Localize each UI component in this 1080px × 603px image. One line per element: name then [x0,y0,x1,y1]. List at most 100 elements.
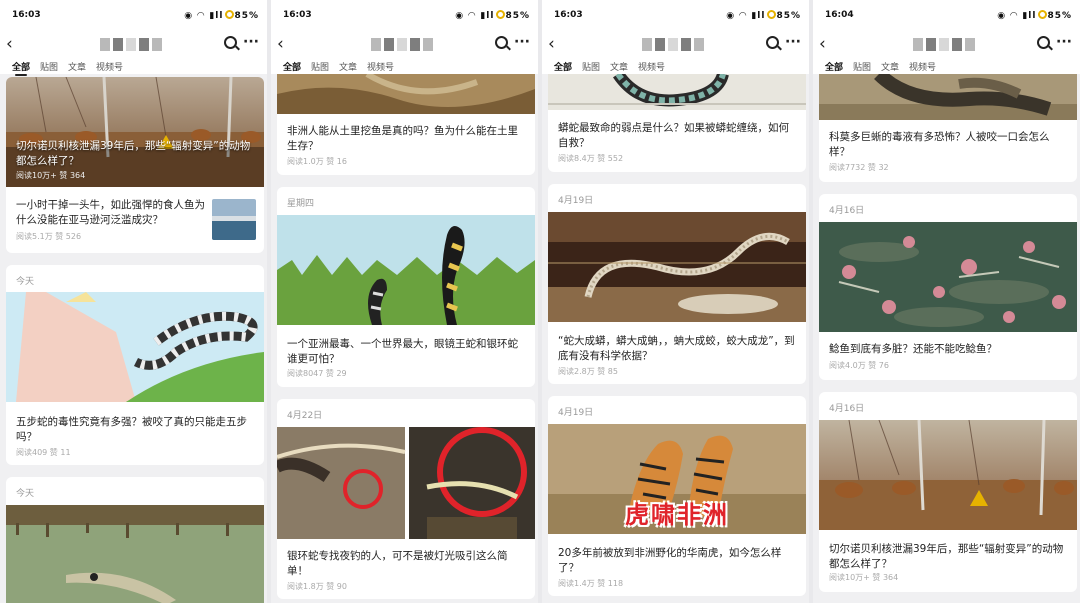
tab-articles[interactable]: 文章 [68,60,86,73]
card-meta: 阅读10万+ 赞 364 [16,171,86,180]
article-card[interactable]: 蟒蛇最致命的弱点是什么？如果被蟒蛇缠绕，如何自救？ 阅读8.4万 赞 552 [548,74,806,172]
tab-posts[interactable]: 贴图 [582,60,600,73]
card-date: 4月22日 [287,411,323,421]
tab-channels[interactable]: 视频号 [96,60,123,73]
tab-bar: 全部 贴图 文章 视频号 [0,58,267,76]
article-card[interactable]: 4月16日 鲶鱼到底有多脏？还能不能吃鲶鱼？ 阅读4.0万 赞 76 [819,194,1077,380]
tab-all[interactable]: 全部 [554,60,572,76]
screenshot-collage: 16:03 ◉ ◠ ▮ll 85% ‹ ··· 全部 贴图 文章 视频号 切尔诺… [0,0,1080,603]
card-title: 一个亚洲最毒、一个世界最大，眼镜王蛇和银环蛇谁更可怕？ [287,338,518,365]
status-bar: 16:04 ◉ ◠ ▮ll 85% [813,0,1080,32]
article-card[interactable]: 4月19日 “蛇大成蟒，蟒大成蚺，，蚺大成蛟，蛟大成龙”，到底有没有科学依据？ … [548,184,806,384]
card-title: 蟒蛇最致命的弱点是什么？如果被蟒蛇缠绕，如何自救？ [558,122,789,149]
card-date: 今天 [16,489,35,499]
article-card[interactable]: 4月19日 虎啸非洲 20多年前被放到非洲野化的华南虎，如今怎么样了？ 阅读1.… [548,396,806,596]
tab-articles[interactable]: 文章 [339,60,357,73]
tab-posts[interactable]: 贴图 [40,60,58,73]
more-icon[interactable]: ··· [514,34,530,50]
article-card[interactable]: 星期四 一个亚洲最毒、一个世界最大，眼镜王蛇和银环蛇谁更可怕？ 阅读8047 赞… [277,187,535,387]
more-icon[interactable]: ··· [243,34,259,50]
card-title: 一小时干掉一头牛，如此强悍的食人鱼为什么没能在亚马逊河泛滥成灾？ [16,199,205,226]
status-time: 16:03 [12,10,41,20]
card-title: 银环蛇专找夜钓的人，可不是被灯光吸引这么简单！ [287,550,508,577]
status-bar: 16:03 ◉ ◠ ▮ll 85% [0,0,267,32]
card-title: 切尔诺贝利核泄漏39年后，那些“辐射变异”的动物都怎么样了？ [16,140,251,167]
more-icon[interactable]: ··· [1056,34,1072,50]
tab-channels[interactable]: 视频号 [909,60,936,73]
account-name-blurred [100,38,162,51]
card-date: 星期四 [287,199,315,209]
tab-bar: 全部 贴图 文章 视频号 [271,58,538,76]
article-card[interactable]: 今天 [6,477,264,603]
search-icon[interactable] [1037,36,1050,49]
article-card[interactable]: 4月16日 切尔诺贝利核泄漏39年后，那些“辐射变异”的动物都怎么样了？ 阅读1… [819,392,1077,592]
card-meta: 阅读1.0万 赞 16 [287,157,347,166]
card-meta: 阅读409 赞 11 [16,448,71,457]
back-icon[interactable]: ‹ [6,34,13,54]
status-time: 16:04 [825,10,854,20]
signal-icons: ◉ ◠ ▮ll [455,11,495,21]
card-date: 4月16日 [829,206,865,216]
cover-caption: 虎啸非洲 [625,501,729,529]
more-icon[interactable]: ··· [785,34,801,50]
article-card[interactable]: 今天 五步蛇的毒性究竟有多强？被咬了真的只能走五步吗？ 阅读409 赞 11 [6,265,264,465]
cover-image-mud [277,74,535,114]
search-icon[interactable] [495,36,508,49]
card-meta: 阅读10万+ 赞 364 [829,573,899,582]
article-card[interactable]: 切尔诺贝利核泄漏39年后，那些“辐射变异”的动物都怎么样了？ 阅读10万+ 赞 … [6,77,264,253]
account-name-blurred [642,38,704,51]
card-title: 五步蛇的毒性究竟有多强？被咬了真的只能走五步吗？ [16,416,247,443]
cover-image-catfish [819,222,1077,332]
phone-panel-1: 16:03 ◉ ◠ ▮ll 85% ‹ ··· 全部 贴图 文章 视频号 切尔诺… [0,0,267,603]
cover-image-fish-water [6,505,264,603]
top-nav: ‹ ··· [813,32,1080,58]
signal-icons: ◉ ◠ ▮ll [184,11,224,21]
status-icons: ◉ ◠ ▮ll 85% [184,10,259,21]
cover-image-snake-bite [6,292,264,402]
battery-level: 85% [505,11,530,21]
cover-image-tigers: 虎啸非洲 [548,424,806,534]
battery-level: 85% [776,11,801,21]
tab-all[interactable]: 全部 [283,60,301,76]
cover-image-python-illus [548,74,806,110]
tab-bar: 全部 贴图 文章 视频号 [813,58,1080,76]
battery-level: 85% [234,11,259,21]
search-icon[interactable] [224,36,237,49]
card-meta: 阅读5.1万 赞 526 [16,232,82,241]
back-icon[interactable]: ‹ [548,34,555,54]
article-card[interactable]: 非洲人能从土里挖鱼是真的吗？鱼为什么能在土里生存？ 阅读1.0万 赞 16 [277,74,535,175]
tab-articles[interactable]: 文章 [881,60,899,73]
back-icon[interactable]: ‹ [819,34,826,54]
card-meta: 阅读1.8万 赞 90 [287,582,347,591]
tab-channels[interactable]: 视频号 [367,60,394,73]
tab-all[interactable]: 全部 [825,60,843,76]
phone-panel-3: 16:03 ◉ ◠ ▮ll 85% ‹ ··· 全部 贴图 文章 视频号 蟒蛇最致… [542,0,809,603]
status-time: 16:03 [283,10,312,20]
tab-all[interactable]: 全部 [12,60,30,76]
article-card[interactable]: 4月22日 银环蛇专找夜钓的人，可不是被灯光吸引这么简单！ 阅读1.8万 赞 9… [277,399,535,599]
back-icon[interactable]: ‹ [277,34,284,54]
cover-image-komodo [819,74,1077,120]
card-meta: 阅读8047 赞 29 [287,369,347,378]
top-nav: ‹ ··· [271,32,538,58]
cover-image-cobra-cartoon [277,215,535,325]
account-name-blurred [913,38,975,51]
search-icon[interactable] [766,36,779,49]
cover-image-deer-field [819,420,1077,530]
phone-panel-2: 16:03 ◉ ◠ ▮ll 85% ‹ ··· 全部 贴图 文章 视频号 非洲人能… [271,0,538,603]
tab-posts[interactable]: 贴图 [853,60,871,73]
tab-articles[interactable]: 文章 [610,60,628,73]
tab-posts[interactable]: 贴图 [311,60,329,73]
status-time: 16:03 [554,10,583,20]
card-meta: 阅读1.4万 赞 118 [558,579,624,588]
card-date: 今天 [16,277,35,287]
card-date: 4月19日 [558,408,594,418]
card-title: 切尔诺贝利核泄漏39年后，那些“辐射变异”的动物都怎么样了？ [829,543,1064,570]
status-icons: ◉ ◠ ▮ll 85% [997,10,1072,21]
card-title: “蛇大成蟒，蟒大成蚺，，蚺大成蛟，蛟大成龙”，到底有没有科学依据？ [558,335,795,362]
article-card[interactable]: 科莫多巨蜥的毒液有多恐怖？人被咬一口会怎么样？ 阅读7732 赞 32 [819,74,1077,182]
card-title: 20多年前被放到非洲野化的华南虎，如今怎么样了？ [558,547,782,574]
top-nav: ‹ ··· [542,32,809,58]
tab-channels[interactable]: 视频号 [638,60,665,73]
status-bar: 16:03 ◉ ◠ ▮ll 85% [271,0,538,32]
